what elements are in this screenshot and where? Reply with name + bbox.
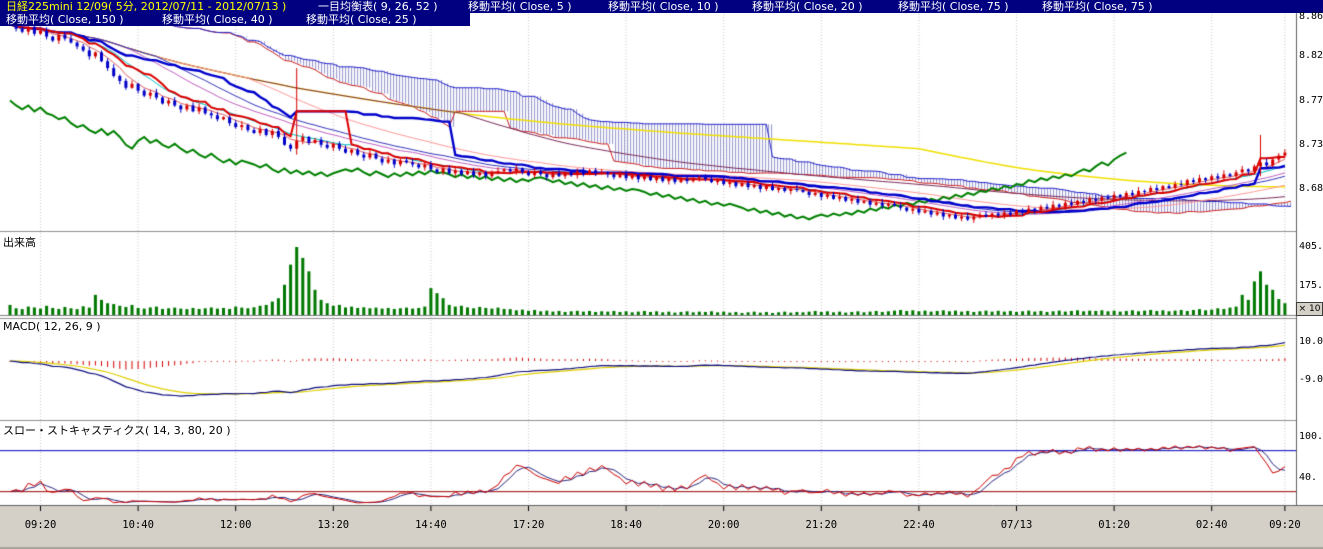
volume-axis-label: 175. (1299, 280, 1323, 292)
price-axis-label: 8.82 (1299, 50, 1323, 62)
time-axis-label: 17:20 (513, 519, 545, 531)
header-indicator-label: 移動平均( Close, 40 ) (162, 13, 273, 26)
stoch-axis-label: 40. (1299, 472, 1317, 484)
volume-axis-label: 405. (1299, 241, 1323, 253)
header-indicator-label: 移動平均( Close, 10 ) (608, 0, 719, 13)
time-axis-label: 13:20 (317, 519, 349, 531)
price-axis-label: 8.68 (1299, 183, 1323, 195)
header-indicator-label: 移動平均( Close, 20 ) (752, 0, 863, 13)
macd-axis-label: -9.0 (1299, 374, 1323, 386)
volume-multiplier-badge: × 10 (1296, 302, 1323, 316)
time-axis-label: 18:40 (610, 519, 642, 531)
price-axis-label: 8.77 (1299, 95, 1323, 107)
header-indicator-label: 一目均衡表( 9, 26, 52 ) (318, 0, 438, 13)
time-axis-label: 09:20 (1269, 519, 1301, 531)
time-axis-label: 01:20 (1098, 519, 1130, 531)
macd-panel-title: MACD( 12, 26, 9 ) (3, 320, 101, 333)
macd-axis-label: 10.0 (1299, 336, 1323, 348)
price-axis-label: 8.73 (1299, 139, 1323, 151)
time-axis-label: 22:40 (903, 519, 935, 531)
header-indicator-label: 日経225mini 12/09( 5分, 2012/07/11 - 2012/0… (6, 0, 286, 13)
time-axis-label: 14:40 (415, 519, 447, 531)
time-axis-label: 10:40 (122, 519, 154, 531)
header-indicator-label: 移動平均( Close, 150 ) (6, 13, 124, 26)
price-axis-label: 8.86 (1299, 11, 1323, 23)
header-indicator-label: 移動平均( Close, 75 ) (1042, 0, 1153, 13)
chart-window: 出来高 MACD( 12, 26, 9 ) スロー・ストキャスティクス( 14,… (0, 0, 1323, 549)
price-chart-canvas[interactable] (0, 0, 1323, 549)
stoch-panel-title: スロー・ストキャスティクス( 14, 3, 80, 20 ) (3, 422, 231, 438)
stoch-axis-label: 100. (1299, 431, 1323, 443)
header-indicator-label: 移動平均( Close, 5 ) (468, 0, 572, 13)
time-axis-label: 21:20 (805, 519, 837, 531)
volume-panel-title: 出来高 (3, 234, 36, 250)
time-axis-label: 12:00 (220, 519, 252, 531)
time-axis-label: 02:40 (1196, 519, 1228, 531)
header-indicator-label: 移動平均( Close, 25 ) (306, 13, 417, 26)
time-axis-label: 20:00 (708, 519, 740, 531)
time-axis-label: 07/13 (1001, 519, 1033, 531)
header-indicator-label: 移動平均( Close, 75 ) (898, 0, 1009, 13)
time-axis-label: 09:20 (25, 519, 57, 531)
